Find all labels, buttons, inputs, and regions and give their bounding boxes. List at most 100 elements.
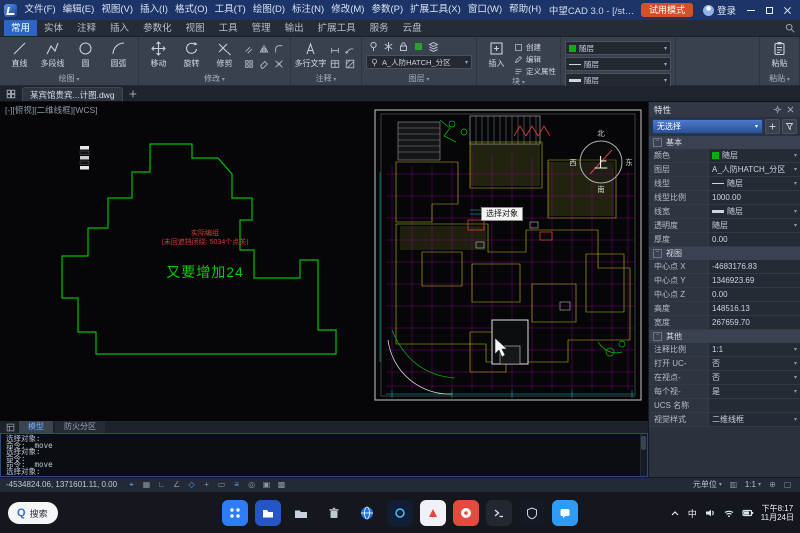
prop-lineweight-value[interactable]: 随层 — [709, 205, 800, 218]
annotation-scale-dropdown[interactable]: 1:1 — [742, 480, 764, 489]
browser-icon[interactable] — [354, 500, 380, 526]
maximize-button[interactable] — [760, 0, 778, 20]
file-manager-icon[interactable] — [255, 500, 281, 526]
line-tool[interactable]: 直线 — [4, 38, 35, 69]
app-store-icon[interactable] — [420, 500, 446, 526]
group-label-layer[interactable]: 图层 — [366, 74, 472, 85]
layer-on-icon[interactable] — [368, 41, 379, 52]
ribbon-search-icon[interactable] — [780, 20, 800, 36]
ribbon-tab-parametric[interactable]: 参数化 — [136, 20, 179, 36]
tray-expand-icon[interactable] — [669, 507, 681, 519]
building-outline[interactable] — [62, 144, 336, 354]
menu-draw[interactable]: 绘图(D) — [249, 0, 288, 20]
document-tab[interactable]: 某宾馆贵宾...计图.dwg — [22, 87, 123, 101]
define-attribute-button[interactable]: 定义属性 — [514, 66, 556, 77]
terminal-icon[interactable] — [486, 500, 512, 526]
command-prompt[interactable]: 选择对象: — [6, 469, 635, 476]
ribbon-tab-solid[interactable]: 实体 — [37, 20, 70, 36]
prop-center-z-value[interactable]: 0.00 — [709, 288, 800, 301]
prop-center-x-value[interactable]: -4683176.83 — [709, 260, 800, 273]
cycle-toggle-icon[interactable]: ◎ — [245, 478, 258, 491]
trim-tool[interactable]: 修剪 — [209, 38, 240, 69]
battery-icon[interactable] — [742, 507, 754, 519]
ribbon-tab-express[interactable]: 扩展工具 — [311, 20, 363, 36]
prop-annoscale-value[interactable]: 1:1 — [709, 343, 800, 356]
layout-tab-model[interactable]: 模型 — [19, 421, 53, 433]
linetype-dropdown[interactable]: 随层 — [565, 57, 671, 71]
prop-ltscale-value[interactable]: 1000.00 — [709, 191, 800, 204]
prop-thickness-value[interactable]: 0.00 — [709, 233, 800, 246]
drawing-canvas[interactable]: [-][俯视][二维线框][WCS] — [0, 102, 648, 421]
workspace-toggle-icon[interactable]: ▩ — [275, 478, 288, 491]
explode-icon[interactable] — [272, 57, 286, 71]
ribbon-tab-annotate[interactable]: 注释 — [70, 20, 103, 36]
prop-ucs-at-origin-value[interactable]: 否 — [709, 371, 800, 384]
prop-transparency-value[interactable]: 随层 — [709, 219, 800, 232]
add-scale-icon[interactable]: ⊕ — [766, 478, 779, 491]
prop-linetype-value[interactable]: 随层 — [709, 177, 800, 190]
layout-list-icon[interactable] — [3, 421, 17, 433]
group-label-clipboard[interactable]: 粘贴 — [764, 74, 795, 85]
wifi-icon[interactable] — [723, 507, 735, 519]
array-icon[interactable] — [242, 57, 256, 71]
paste-button[interactable]: 粘贴 — [764, 38, 795, 69]
doc-list-icon[interactable] — [3, 87, 19, 101]
dyn-input-toggle-icon[interactable]: ▭ — [215, 478, 228, 491]
app-launcher-icon[interactable] — [222, 500, 248, 526]
menu-parametric[interactable]: 参数(P) — [368, 0, 407, 20]
section-misc[interactable]: 其他 — [649, 330, 800, 343]
prop-color-value[interactable]: 随层 — [709, 149, 800, 162]
ribbon-tab-cloud[interactable]: 云盘 — [396, 20, 429, 36]
menu-file[interactable]: 文件(F) — [21, 0, 59, 20]
desktop-search[interactable]: Q 搜索 — [8, 502, 58, 524]
hatch-icon[interactable] — [343, 57, 357, 71]
lineweight-toggle-icon[interactable]: ≡ — [230, 478, 243, 491]
input-method-indicator[interactable]: 中 — [688, 507, 697, 520]
grid-toggle-icon[interactable]: ▦ — [140, 478, 153, 491]
volume-icon[interactable] — [704, 507, 716, 519]
edit-block-button[interactable]: 编辑 — [514, 54, 556, 65]
panel-settings-icon[interactable] — [773, 105, 782, 114]
fullscreen-icon[interactable]: ▢ — [781, 478, 794, 491]
layout-tab-fire-zone[interactable]: 防火分区 — [55, 421, 105, 433]
color-dropdown[interactable]: 随层 — [565, 41, 671, 55]
otrack-toggle-icon[interactable]: + — [200, 478, 213, 491]
menu-dimension[interactable]: 标注(N) — [289, 0, 328, 20]
polar-toggle-icon[interactable]: ∠ — [170, 478, 183, 491]
group-label-draw[interactable]: 绘图 — [4, 74, 134, 85]
command-scrollbar[interactable] — [640, 434, 647, 476]
polyline-tool[interactable]: 多段线 — [37, 38, 68, 69]
menu-express[interactable]: 扩展工具(X) — [407, 0, 465, 20]
fillet-icon[interactable] — [272, 42, 286, 56]
move-tool[interactable]: 移动 — [143, 38, 174, 69]
layer-color-icon[interactable] — [413, 41, 424, 52]
menu-tools[interactable]: 工具(T) — [211, 0, 249, 20]
folder-icon[interactable] — [288, 500, 314, 526]
table-icon[interactable] — [328, 57, 342, 71]
offset-icon[interactable] — [242, 42, 256, 56]
menu-format[interactable]: 格式(O) — [171, 0, 211, 20]
ribbon-tab-tools[interactable]: 工具 — [212, 20, 245, 36]
selection-dropdown[interactable]: 无选择 — [652, 119, 763, 134]
arc-tool[interactable]: 圆弧 — [103, 38, 134, 69]
prop-center-y-value[interactable]: 1346923.69 — [709, 274, 800, 287]
music-icon[interactable] — [453, 500, 479, 526]
trash-icon[interactable] — [321, 500, 347, 526]
prop-width-value[interactable]: 267659.70 — [709, 316, 800, 329]
security-center-icon[interactable] — [519, 500, 545, 526]
dimension-icon[interactable] — [328, 42, 342, 56]
ribbon-tab-home[interactable]: 常用 — [4, 20, 37, 36]
create-block-button[interactable]: 创建 — [514, 42, 556, 53]
new-document-button[interactable] — [126, 87, 140, 101]
group-label-modify[interactable]: 修改 — [143, 74, 286, 85]
circle-tool[interactable]: 圆 — [70, 38, 101, 69]
viewport-label[interactable]: [-][俯视][二维线框][WCS] — [5, 104, 98, 116]
ribbon-tab-insert[interactable]: 插入 — [103, 20, 136, 36]
layer-freeze-icon[interactable] — [383, 41, 394, 52]
menu-modify[interactable]: 修改(M) — [328, 0, 368, 20]
prop-ucs-icon-on-value[interactable]: 否 — [709, 357, 800, 370]
toggle-pickadd-button[interactable] — [765, 119, 780, 134]
quick-select-button[interactable] — [782, 119, 797, 134]
ribbon-tab-output[interactable]: 输出 — [278, 20, 311, 36]
menu-edit[interactable]: 编辑(E) — [59, 0, 98, 20]
